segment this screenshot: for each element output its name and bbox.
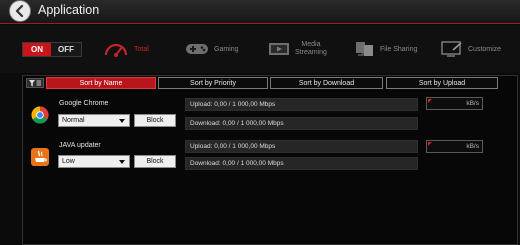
filter-button[interactable] bbox=[26, 78, 44, 88]
marker-icon bbox=[428, 142, 432, 146]
priority-select[interactable]: Normal bbox=[58, 114, 130, 127]
tab-sort-by-priority[interactable]: Sort by Priority bbox=[158, 77, 268, 89]
category-label: File Sharing bbox=[380, 45, 418, 53]
chevron-down-icon bbox=[119, 160, 125, 164]
upload-rate: Upload: 0,00 / 1 000,00 Mbps bbox=[185, 98, 418, 111]
app-name: JAVA updater bbox=[59, 142, 101, 149]
java-icon bbox=[31, 148, 49, 166]
customize-icon bbox=[441, 41, 463, 57]
chevron-down-icon bbox=[119, 119, 125, 123]
back-button[interactable] bbox=[9, 0, 31, 22]
block-button[interactable]: Block bbox=[134, 114, 176, 127]
rate-unit: kB/s bbox=[466, 100, 479, 107]
category-customize[interactable]: Customize bbox=[441, 36, 501, 62]
priority-value: Normal bbox=[62, 117, 85, 124]
priority-select[interactable]: Low bbox=[58, 155, 130, 168]
filter-icon bbox=[29, 79, 41, 86]
category-file-sharing[interactable]: File Sharing bbox=[355, 36, 417, 62]
toggle-off[interactable]: OFF bbox=[51, 43, 81, 56]
priority-value: Low bbox=[62, 158, 75, 165]
marker-icon bbox=[428, 99, 432, 103]
category-label: Media Streaming bbox=[295, 41, 327, 57]
category-label-line1: Media bbox=[301, 41, 321, 48]
category-total[interactable]: Total bbox=[103, 36, 149, 62]
tab-sort-by-name[interactable]: Sort by Name bbox=[46, 77, 156, 89]
rate-limit-field[interactable]: kB/s bbox=[426, 97, 483, 110]
category-gaming[interactable]: Gaming bbox=[185, 36, 239, 62]
download-rate: Download: 0,00 / 1 000,00 Mbps bbox=[185, 117, 418, 130]
speedometer-icon bbox=[103, 40, 129, 58]
chevron-left-icon bbox=[15, 5, 24, 17]
category-label: Total bbox=[134, 45, 149, 53]
tab-sort-by-download[interactable]: Sort by Download bbox=[270, 77, 383, 89]
tab-sort-by-upload[interactable]: Sort by Upload bbox=[386, 77, 498, 89]
media-streaming-icon bbox=[268, 41, 290, 57]
category-media-streaming[interactable]: Media Streaming bbox=[268, 36, 327, 62]
category-label: Gaming bbox=[214, 45, 239, 53]
page-title: Application bbox=[38, 3, 100, 17]
chrome-icon bbox=[31, 106, 49, 124]
app-name: Google Chrome bbox=[59, 100, 109, 107]
qos-toggle[interactable]: ON OFF bbox=[22, 42, 82, 57]
toggle-on[interactable]: ON bbox=[23, 43, 51, 56]
rate-unit: kB/s bbox=[466, 143, 479, 150]
file-sharing-icon bbox=[355, 41, 375, 57]
gamepad-icon bbox=[185, 42, 209, 56]
block-button[interactable]: Block bbox=[134, 155, 176, 168]
title-bar: Application bbox=[0, 0, 520, 24]
download-rate: Download: 0,00 / 1 000,00 Mbps bbox=[185, 157, 418, 170]
category-label-line2: Streaming bbox=[295, 49, 327, 56]
upload-rate: Upload: 0,00 / 1 000,00 Mbps bbox=[185, 140, 418, 153]
rate-limit-field[interactable]: kB/s bbox=[426, 140, 483, 153]
category-label: Customize bbox=[468, 45, 502, 53]
